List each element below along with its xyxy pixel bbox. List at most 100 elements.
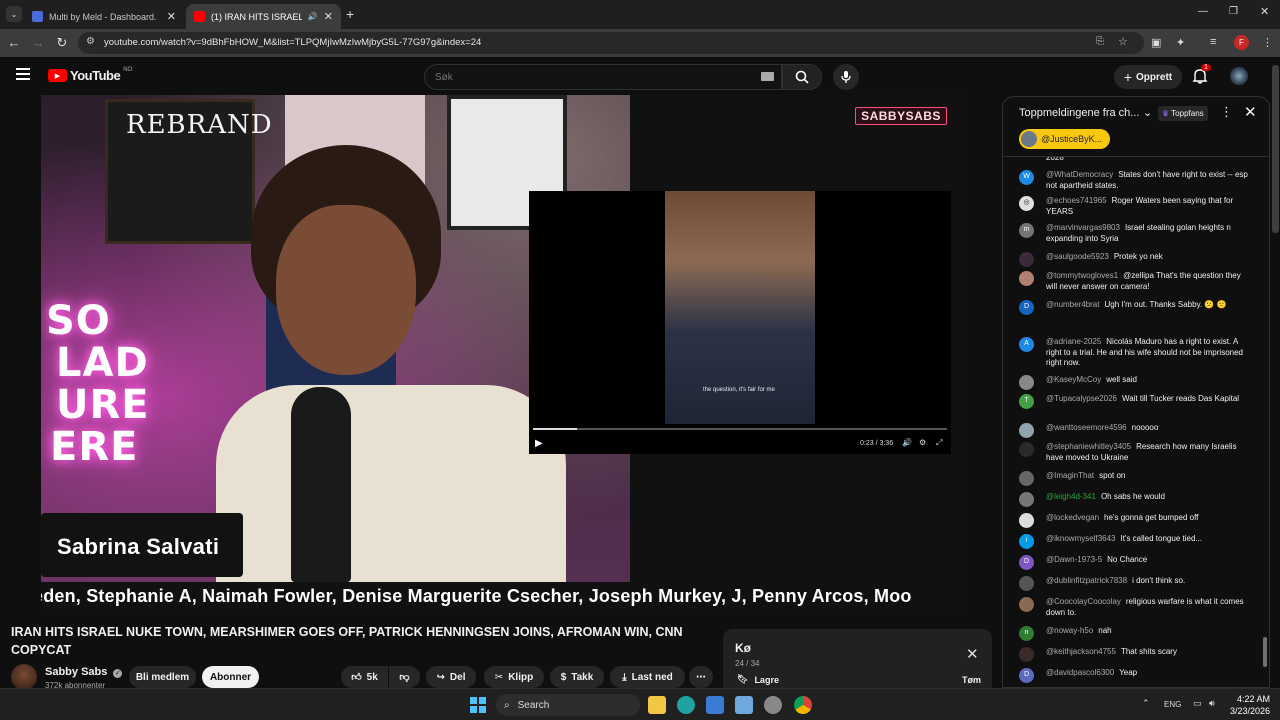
save-queue-button[interactable]: 🔖︎ Lagre <box>737 674 779 685</box>
chat-author[interactable]: @iknowmyself3643 <box>1046 534 1115 543</box>
chat-avatar[interactable] <box>1019 471 1034 486</box>
page-scrollbar[interactable] <box>1271 57 1280 688</box>
chat-avatar[interactable] <box>1019 271 1034 286</box>
chat-author[interactable]: @keithjackson4755 <box>1046 647 1116 656</box>
close-tab-icon[interactable]: ✕ <box>324 10 333 23</box>
url-text[interactable]: youtube.com/watch?v=9dBhFbHOW_M&list=TLP… <box>104 37 481 48</box>
chat-avatar[interactable]: T <box>1019 394 1034 409</box>
file-explorer-icon[interactable] <box>648 696 666 714</box>
chat-avatar[interactable] <box>1019 597 1034 612</box>
chat-avatar[interactable]: D <box>1019 300 1034 315</box>
chat-avatar[interactable]: ◎ <box>1019 196 1034 211</box>
chat-avatar[interactable] <box>1019 442 1034 457</box>
chat-author[interactable]: @noway-h5o <box>1046 626 1093 635</box>
chat-avatar[interactable] <box>1019 576 1034 591</box>
like-button[interactable]: 👍︎ 5k <box>341 666 388 688</box>
chat-author[interactable]: @WhatDemocracy <box>1046 170 1113 179</box>
start-button-icon[interactable] <box>470 697 486 713</box>
chat-author[interactable]: @CoocolayCoocolay <box>1046 597 1121 606</box>
chat-avatar[interactable]: n <box>1019 626 1034 641</box>
more-options-icon[interactable]: ⋮ <box>1220 104 1233 120</box>
minimize-window-icon[interactable]: — <box>1198 6 1208 17</box>
back-icon[interactable]: ← <box>6 35 22 51</box>
chat-avatar[interactable] <box>1019 647 1034 662</box>
volume-icon[interactable]: 🔊︎ <box>1209 698 1215 709</box>
chat-avatar[interactable] <box>1019 252 1034 267</box>
bookmark-star-icon[interactable]: ☆ <box>1118 35 1128 48</box>
chat-avatar[interactable]: A <box>1019 337 1034 352</box>
chat-author[interactable]: @adriane-2025 <box>1046 337 1101 346</box>
chat-author[interactable]: @echoes741965 <box>1046 196 1107 205</box>
install-app-icon[interactable]: ⎘ <box>1096 36 1104 47</box>
chat-scrollbar[interactable] <box>1263 157 1267 687</box>
app-icon[interactable] <box>706 696 724 714</box>
chat-author[interactable]: @Tupacalypse2026 <box>1046 394 1117 403</box>
queue-panel[interactable]: Kø 24 / 34 ✕ 🔖︎ Lagre Tøm <box>723 629 992 691</box>
language-indicator[interactable]: ENG <box>1164 700 1181 709</box>
forward-icon[interactable]: → <box>30 35 46 51</box>
chat-author[interactable]: @lockedvegan <box>1046 513 1099 522</box>
app-icon[interactable] <box>764 696 782 714</box>
new-tab-button[interactable]: + <box>346 6 354 22</box>
search-button[interactable] <box>782 64 822 90</box>
restore-window-icon[interactable]: ❐ <box>1229 6 1238 17</box>
chat-author[interactable]: @leigh4d-341 <box>1046 492 1096 501</box>
chevron-down-icon[interactable]: ⌄ <box>1143 106 1152 119</box>
chat-avatar[interactable]: i <box>1019 534 1034 549</box>
channel-avatar[interactable] <box>11 664 37 690</box>
voice-search-button[interactable] <box>833 64 859 90</box>
chat-avatar[interactable] <box>1019 423 1034 438</box>
menu-dots-icon[interactable]: ⋮ <box>1262 36 1273 49</box>
puzzle-extensions-icon[interactable]: ✦ <box>1176 36 1185 49</box>
chat-author[interactable]: @Dawn-1973-5 <box>1046 555 1102 564</box>
chat-author[interactable]: @number4brat <box>1046 300 1099 309</box>
join-button[interactable]: Bli medlem <box>129 666 196 688</box>
reading-list-icon[interactable]: ≡ <box>1210 36 1216 48</box>
address-bar[interactable]: ⚙ youtube.com/watch?v=9dBhFbHOW_M&list=T… <box>78 32 1144 54</box>
extension-icon[interactable]: ▣ <box>1151 36 1161 49</box>
tab-youtube-video[interactable]: (1) IRAN HITS ISRAEL NUKE 🔊 ✕ <box>186 4 341 29</box>
chat-avatar[interactable]: m <box>1019 223 1034 238</box>
hamburger-menu-icon[interactable] <box>16 68 30 80</box>
close-window-icon[interactable]: ✕ <box>1260 5 1269 18</box>
network-icon[interactable]: ▭ <box>1193 698 1202 709</box>
thanks-button[interactable]: $ Takk <box>550 666 604 688</box>
top-fans-badge[interactable]: ♛ Toppfans <box>1158 106 1208 121</box>
chat-author[interactable]: @davidpascol6300 <box>1046 668 1114 677</box>
pinned-supporter-chip[interactable]: @JusticeByK... <box>1019 129 1111 149</box>
chat-avatar[interactable]: D <box>1019 668 1034 683</box>
profile-avatar[interactable]: F <box>1234 35 1249 50</box>
clip-button[interactable]: ✂ Klipp <box>484 666 544 688</box>
chat-avatar[interactable]: D <box>1019 555 1034 570</box>
account-avatar[interactable] <box>1230 67 1248 85</box>
tab-multi-dashboard[interactable]: Multi by Meld - Dashboard. ✕ <box>24 4 184 29</box>
chat-avatar[interactable]: W <box>1019 170 1034 185</box>
close-queue-icon[interactable]: ✕ <box>966 645 979 663</box>
chat-author[interactable]: @saulgoode5923 <box>1046 252 1109 261</box>
taskbar-search[interactable]: ⌕ Search <box>496 694 640 716</box>
video-player[interactable]: REBRAND SO LAD URE ERE Sabrina Salvati S… <box>41 95 962 609</box>
app-icon[interactable] <box>735 696 753 714</box>
more-actions-button[interactable]: ⋯ <box>689 666 713 688</box>
chrome-icon[interactable] <box>794 696 812 714</box>
dislike-button[interactable]: 👎︎ <box>389 666 420 688</box>
site-info-icon[interactable]: ⚙ <box>86 36 95 47</box>
edge-browser-icon[interactable] <box>677 696 695 714</box>
clear-queue-button[interactable]: Tøm <box>962 675 981 685</box>
tab-search-button[interactable]: ⌄ <box>6 6 22 22</box>
channel-name[interactable]: Sabby Sabs ✓ <box>45 666 123 678</box>
chat-author[interactable]: @tommytwogloves1 <box>1046 271 1118 280</box>
chat-avatar[interactable] <box>1019 492 1034 507</box>
system-clock[interactable]: 4:22 AM 3/23/2026 <box>1226 693 1270 717</box>
youtube-logo[interactable]: ▶ YouTube NO <box>48 67 132 83</box>
subscribe-button[interactable]: Abonner <box>202 666 259 688</box>
chat-author[interactable]: @wanttoseemore4596 <box>1046 423 1127 432</box>
search-input[interactable] <box>424 64 782 90</box>
reload-icon[interactable]: ↻ <box>54 35 70 51</box>
chat-mode-title[interactable]: Toppmeldingene fra ch... <box>1019 107 1139 119</box>
keyboard-icon[interactable] <box>761 72 774 81</box>
notifications-button[interactable]: 1 <box>1192 64 1212 87</box>
chat-avatar[interactable] <box>1019 513 1034 528</box>
share-button[interactable]: ↪ Del <box>426 666 476 688</box>
chat-avatar[interactable] <box>1019 375 1034 390</box>
